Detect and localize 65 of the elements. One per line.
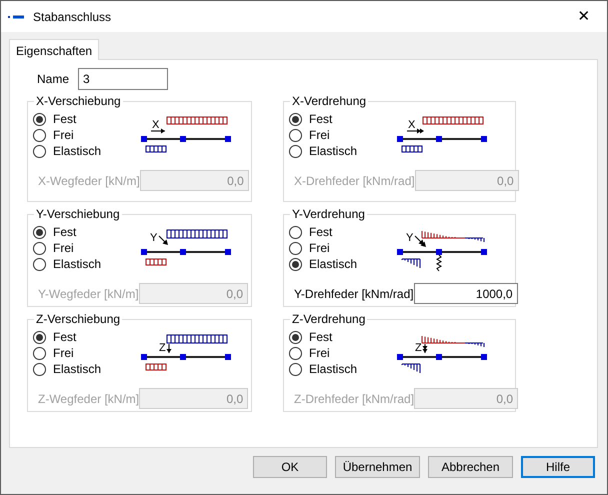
- dialog-button[interactable]: OK: [253, 456, 327, 478]
- field-label: Z-Wegfeder [kN/m]: [37, 390, 140, 408]
- radio-label[interactable]: Frei: [309, 126, 330, 144]
- app-icon: [8, 14, 24, 20]
- group-title: X-Verdrehung: [290, 94, 368, 108]
- axis-label: Z: [159, 342, 166, 354]
- radio-label[interactable]: Frei: [53, 344, 74, 362]
- group-title: Z-Verdrehung: [290, 312, 368, 326]
- axis-label: X: [408, 119, 416, 131]
- radio-button[interactable]: [289, 330, 302, 344]
- radio-label[interactable]: Fest: [309, 223, 332, 241]
- window-title: Stabanschluss: [33, 8, 112, 26]
- radio-label[interactable]: Elastisch: [309, 255, 358, 273]
- field-label: Y-Wegfeder [kN/m]: [37, 286, 139, 302]
- radio-label[interactable]: Fest: [53, 110, 76, 128]
- axis-label: X: [152, 119, 160, 131]
- radio-label[interactable]: Frei: [309, 239, 330, 257]
- field-label: Y-Drehfeder [kNm/rad]: [293, 286, 414, 302]
- radio-button[interactable]: [289, 128, 302, 142]
- radio-button[interactable]: [33, 258, 46, 270]
- radio-label[interactable]: Elastisch: [53, 360, 102, 378]
- radio-label[interactable]: Frei: [53, 239, 74, 257]
- radio-label[interactable]: Fest: [309, 110, 332, 128]
- radio-button[interactable]: [33, 346, 46, 360]
- dialog-button[interactable]: Übernehmen: [335, 456, 420, 478]
- radio-button[interactable]: [33, 226, 46, 238]
- radio-button[interactable]: [289, 242, 302, 254]
- radio-label[interactable]: Frei: [309, 344, 330, 362]
- radio-button[interactable]: [289, 362, 302, 376]
- axis-label: Z: [415, 342, 422, 354]
- radio-button[interactable]: [289, 226, 302, 238]
- axis-label: Y: [150, 232, 158, 244]
- name-label: Name: [36, 71, 70, 88]
- field-label: X-Drehfeder [kNm/rad]: [293, 172, 415, 190]
- radio-label[interactable]: Elastisch: [309, 360, 358, 378]
- radio-button[interactable]: [33, 362, 46, 376]
- radio-button[interactable]: [289, 258, 302, 270]
- radio-button[interactable]: [33, 242, 46, 254]
- radio-button[interactable]: [289, 346, 302, 360]
- group-title: X-Verschiebung: [34, 94, 123, 108]
- group-title: Z-Verschiebung: [34, 312, 122, 326]
- radio-button[interactable]: [33, 128, 46, 142]
- value-field[interactable]: 1000,0: [414, 283, 518, 304]
- radio-label[interactable]: Fest: [309, 328, 332, 346]
- group-title: Y-Verdrehung: [290, 207, 367, 221]
- radio-button[interactable]: [33, 144, 46, 158]
- radio-button[interactable]: [33, 330, 46, 344]
- dialog-button[interactable]: Abbrechen: [428, 456, 513, 478]
- dialog-button[interactable]: Hilfe: [521, 456, 595, 478]
- radio-label[interactable]: Frei: [53, 126, 74, 144]
- radio-label[interactable]: Elastisch: [53, 255, 102, 273]
- radio-button[interactable]: [289, 144, 302, 158]
- field-label: Z-Drehfeder [kNm/rad]: [293, 390, 414, 408]
- close-button[interactable]: ✕: [561, 1, 607, 32]
- name-field[interactable]: 3: [78, 68, 168, 90]
- radio-label[interactable]: Fest: [53, 223, 76, 241]
- radio-button[interactable]: [289, 112, 302, 126]
- field-label: X-Wegfeder [kN/m]: [37, 172, 140, 190]
- radio-button[interactable]: [33, 112, 46, 126]
- axis-label: Y: [406, 232, 414, 244]
- radio-label[interactable]: Elastisch: [309, 142, 358, 160]
- radio-label[interactable]: Fest: [53, 328, 76, 346]
- group-title: Y-Verschiebung: [34, 207, 122, 221]
- tab[interactable]: Eigenschaften: [9, 39, 100, 60]
- radio-label[interactable]: Elastisch: [53, 142, 102, 160]
